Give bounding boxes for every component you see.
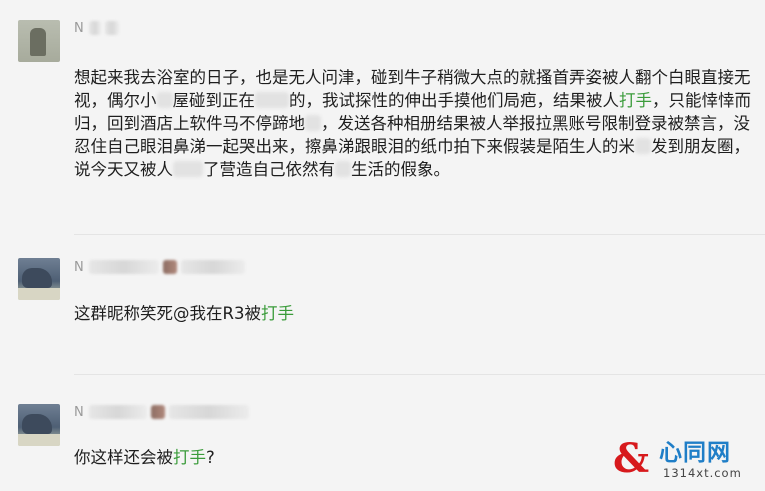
avatar-rock [22, 268, 52, 288]
avatar[interactable] [18, 404, 60, 446]
text-segment: 的，我试探性的伸出手摸他们局疤，结果被人 [289, 91, 619, 110]
username-redacted [180, 260, 245, 274]
highlight-keyword[interactable]: 打手 [619, 91, 652, 110]
comment-text: 这群昵称笑死@我在R3被打手 [74, 302, 754, 325]
username-redacted [168, 405, 249, 419]
username-redacted [88, 405, 147, 419]
highlight-keyword[interactable]: 打手 [261, 304, 294, 323]
avatar[interactable] [18, 20, 60, 62]
watermark-title: 心同网 [659, 440, 731, 466]
username[interactable]: N [74, 404, 249, 420]
avatar[interactable] [18, 258, 60, 300]
username-initial: N [74, 259, 85, 275]
text-segment: 了营造自己依然有 [203, 160, 335, 179]
username[interactable]: N [74, 20, 119, 36]
text-segment: ? [206, 448, 215, 467]
redaction-smudge [255, 92, 289, 108]
watermark-url: 1314xt.com [663, 466, 742, 480]
username-initial: N [74, 20, 85, 36]
text-segment: 这群昵称笑死@我在R3被 [74, 304, 261, 323]
highlight-keyword[interactable]: 打手 [173, 448, 206, 467]
watermark-logo-icon: & [613, 435, 650, 482]
text-segment: 生活的假象。 [351, 160, 450, 179]
text-segment: 你这样还会被 [74, 448, 173, 467]
username-emoji [150, 405, 165, 419]
redaction-smudge [156, 92, 173, 108]
redaction-smudge [335, 161, 351, 177]
username-redacted [88, 21, 101, 35]
username-emoji [162, 260, 177, 274]
redaction-smudge [173, 161, 203, 177]
username-redacted [104, 21, 119, 35]
site-watermark: & 心同网 1314xt.com [613, 439, 759, 483]
avatar-rock [22, 414, 52, 434]
avatar-figure [30, 28, 46, 56]
redaction-smudge [305, 115, 321, 131]
avatar-ground [18, 288, 60, 300]
comment-text: 想起来我去浴室的日子，也是无人问津，碰到牛子稍微大点的就搔首弄姿被人翻个白眼直接… [74, 66, 754, 181]
avatar-ground [18, 434, 60, 446]
username-redacted [88, 260, 159, 274]
text-segment: 屋碰到正在 [172, 91, 256, 110]
divider [74, 234, 765, 235]
redaction-smudge [635, 138, 651, 154]
username[interactable]: N [74, 259, 245, 275]
username-initial: N [74, 404, 85, 420]
divider [74, 374, 765, 375]
